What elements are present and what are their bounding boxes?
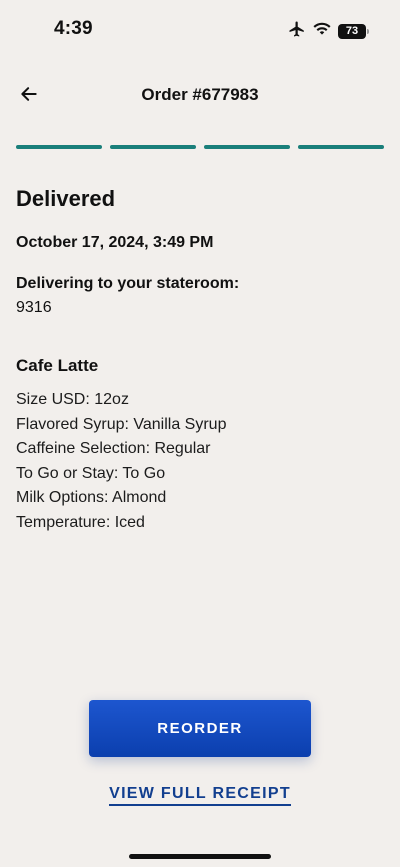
- item-name: Cafe Latte: [16, 356, 99, 375]
- order-detail-screen: 4:39 73 Order #677983 Delivered October …: [0, 0, 400, 867]
- header: Order #677983: [0, 75, 400, 115]
- option-item: Flavored Syrup: Vanilla Syrup: [16, 415, 227, 433]
- option-item: Milk Options: Almond: [16, 489, 167, 507]
- progress-step-2: [110, 145, 196, 149]
- airplane-icon: [288, 20, 306, 43]
- order-date: October 17, 2024, 3:49 PM: [16, 234, 214, 251]
- progress-step-3: [204, 145, 290, 149]
- view-receipt-label[interactable]: VIEW FULL RECEIPT: [109, 785, 291, 806]
- status-bar: 4:39 73: [0, 0, 400, 60]
- wifi-icon: [313, 22, 331, 41]
- status-time: 4:39: [54, 18, 93, 39]
- option-item: Size USD: 12oz: [16, 391, 129, 408]
- battery-icon: 73: [338, 24, 369, 39]
- status-icons: 73: [288, 20, 369, 43]
- option-item: Caffeine Selection: Regular: [16, 440, 211, 458]
- battery-tip: [367, 29, 369, 34]
- order-progress: [16, 145, 384, 149]
- option-item: To Go or Stay: To Go: [16, 464, 166, 482]
- home-indicator[interactable]: [129, 854, 271, 859]
- progress-step-1: [16, 145, 102, 149]
- stateroom-number: 9316: [16, 299, 52, 316]
- reorder-button[interactable]: REORDER: [89, 700, 311, 757]
- view-receipt-link[interactable]: VIEW FULL RECEIPT: [0, 785, 400, 806]
- progress-step-4: [298, 145, 384, 149]
- order-status: Delivered: [16, 186, 116, 211]
- option-item: Temperature: Iced: [16, 513, 145, 531]
- battery-level: 73: [345, 25, 359, 37]
- delivery-label: Delivering to your stateroom:: [16, 275, 240, 292]
- page-title: Order #677983: [141, 85, 259, 104]
- item-options: Size USD: 12oz Flavored Syrup: Vanilla S…: [16, 388, 226, 536]
